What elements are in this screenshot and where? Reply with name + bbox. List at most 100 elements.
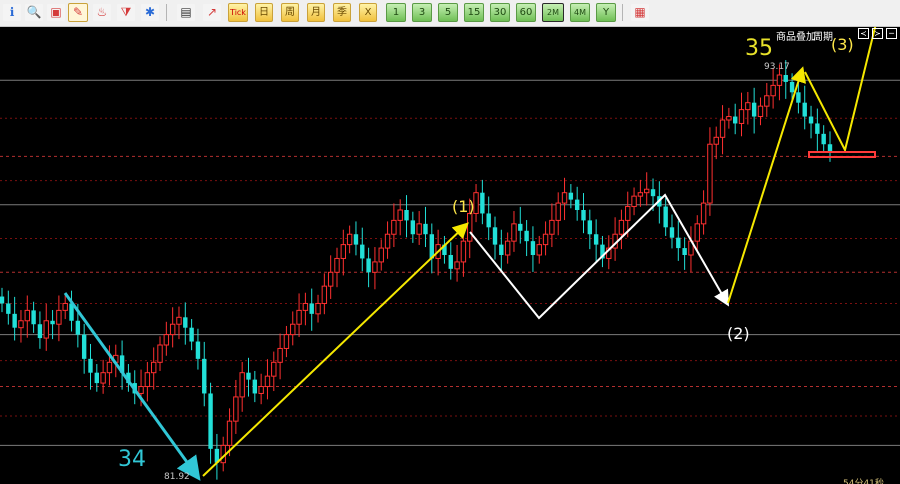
candle-up [511,223,517,242]
candle-up [283,334,290,349]
paint-icon[interactable]: ♨ [92,3,112,22]
candlestick-chart[interactable] [0,27,900,484]
candle-up [776,74,783,86]
tick-button[interactable]: Tick [228,3,248,22]
period-button[interactable]: 周期 [813,28,833,43]
candle-down [12,313,17,328]
candle-down [353,234,359,245]
candle-up [536,244,542,256]
year-button[interactable]: Y [596,3,616,22]
candle-down [81,334,87,359]
candle-down [587,220,593,235]
new-icon[interactable]: ✱ [140,3,160,22]
minute-15-button[interactable]: 15 [464,3,484,22]
minimize-icon[interactable]: ─ [886,28,897,39]
candle-down [751,102,757,117]
candle-up [334,257,340,273]
candle-up [233,396,239,422]
candle-up [302,302,309,311]
candle-down [195,341,201,359]
candle-down [682,248,687,255]
candle-up [144,372,151,388]
candle-down [6,303,11,314]
candle-up [770,84,776,97]
period-quarter-button[interactable]: 季 [333,3,351,22]
candle-down [423,223,428,235]
candle-up [226,420,233,446]
candle-down [783,75,788,82]
candle-up [738,109,745,124]
candle-down [524,230,529,242]
prev-icon[interactable]: ≺ [858,28,869,39]
candle-up [327,271,334,287]
period-month-button[interactable]: 月 [307,3,325,22]
next-icon[interactable]: ≻ [872,28,883,39]
candle-down [94,372,100,384]
candle-down [410,220,416,235]
candle-up [157,344,163,363]
candle-up [100,372,106,384]
candle-up [542,233,549,246]
candle-down [252,379,258,394]
info-icon[interactable]: ℹ [2,3,22,22]
candle-down [669,227,675,238]
candle-down [37,324,43,339]
candle-down [189,327,194,342]
toolbar: ℹ 🔍 ▣ ✎ ♨ ⧩ ✱ ▤ ↗ Tick 日 周 月 季 X 1 3 5 1… [0,0,900,27]
candle-up [694,223,700,242]
minute-5-button[interactable]: 5 [438,3,458,22]
candle-up [290,323,296,336]
candle-down [663,206,668,228]
minute-3-button[interactable]: 3 [412,3,432,22]
window-icon[interactable]: ▣ [46,3,66,22]
table-icon[interactable]: ▤ [176,3,196,22]
candle-up [618,219,625,235]
candle-up [700,202,707,225]
minute-4m-button[interactable]: 4M [570,3,590,22]
minute-30-button[interactable]: 30 [490,3,510,22]
candle-up [315,302,321,315]
candle-up [726,116,732,121]
calendar-icon[interactable]: ▦ [630,3,650,22]
candle-up [62,302,68,311]
candle-down [815,123,820,134]
candle-up [644,188,650,194]
candle-up [713,136,719,145]
candle-up [277,347,283,363]
candle-up [18,320,24,329]
candle-down [486,213,491,228]
candle-up [555,202,561,221]
minute-2m-button[interactable]: 2M [542,3,564,22]
candle-down [202,358,207,394]
candle-down [480,192,485,214]
candle-up [391,219,397,235]
candle-down [796,92,801,103]
period-day-button[interactable]: 日 [255,3,273,22]
candle-up [106,361,113,374]
candle-up [467,212,473,242]
overlay-button[interactable]: 商品叠加 [776,28,816,43]
candle-up [346,233,353,246]
period-week-button[interactable]: 周 [281,3,299,22]
candle-down [183,317,188,328]
wave-label-2: (2) [727,324,750,343]
candle-up [384,233,391,249]
target-zone-box [808,151,876,158]
candle-up [271,361,277,377]
filter-icon[interactable]: ⧩ [116,3,136,22]
candle-up [397,209,403,221]
candle-up [637,192,644,197]
period-x-button[interactable]: X [359,3,377,22]
candle-down [581,210,586,221]
candle-up [24,309,30,322]
candle-up [416,223,422,235]
pencil-icon[interactable]: ✎ [68,3,88,22]
wave-label-34: 34 [118,447,146,472]
minute-1-button[interactable]: 1 [386,3,406,22]
minute-60-button[interactable]: 60 [516,3,536,22]
candle-down [593,234,599,245]
line-chart-icon[interactable]: ↗ [202,3,222,22]
countdown-timer: 54分41秒 [843,479,884,484]
search-icon[interactable]: 🔍 [24,3,44,22]
candle-up [707,143,713,204]
